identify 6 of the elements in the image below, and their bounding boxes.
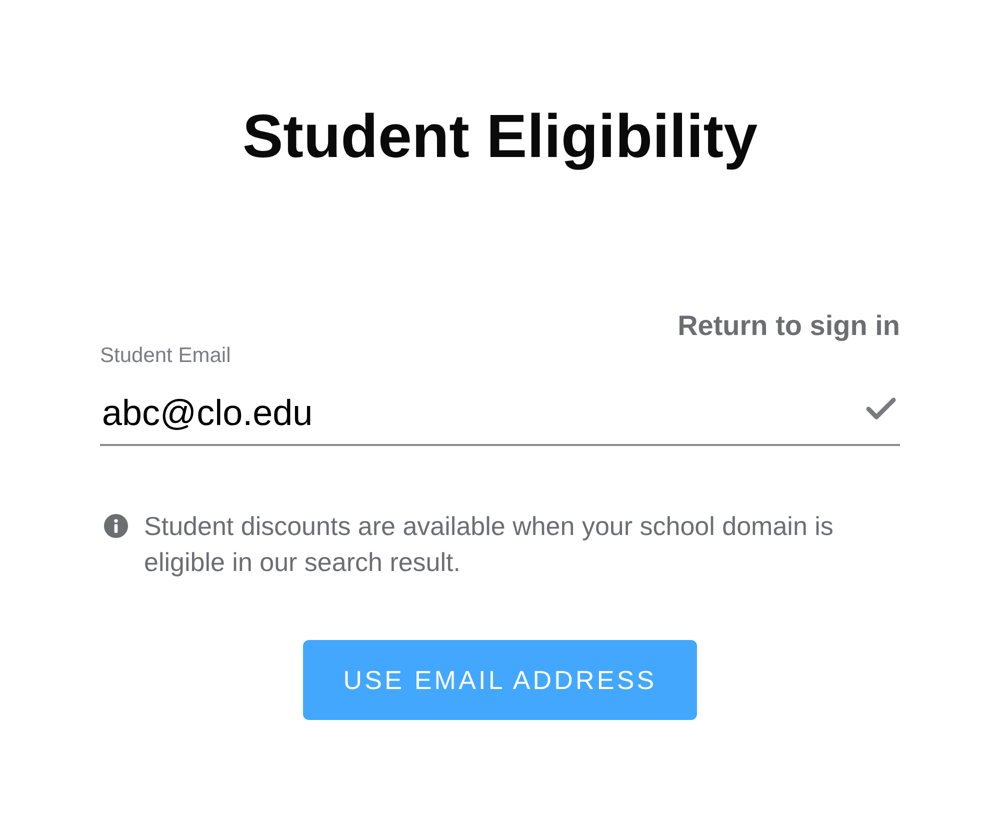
info-icon <box>104 514 128 538</box>
page-title: Student Eligibility <box>241 101 759 172</box>
email-field[interactable]: abc@clo.edu <box>100 381 900 446</box>
return-to-sign-in-link[interactable]: Return to sign in <box>678 309 900 343</box>
field-label: Student Email <box>100 343 231 369</box>
info-text: Student discounts are available when your school domain is eligible in our search result. <box>144 510 834 579</box>
